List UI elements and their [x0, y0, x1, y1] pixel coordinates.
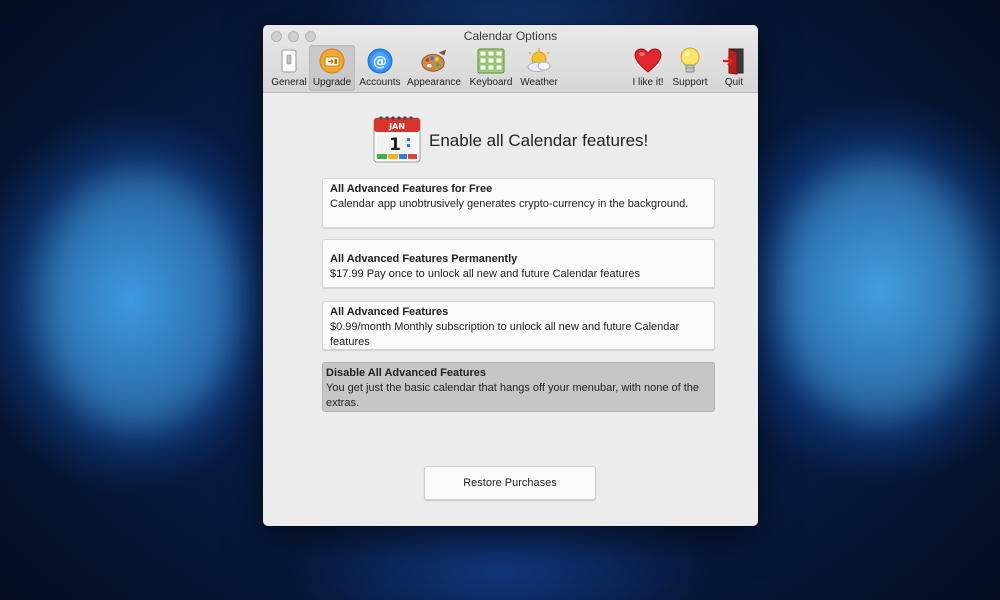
option-free-crypto[interactable]: All Advanced Features for Free Calendar … — [322, 178, 715, 228]
toolbar-keyboard[interactable]: Keyboard — [467, 45, 515, 91]
calendar-app-icon: JAN 1 — [373, 113, 421, 168]
lightbulb-icon — [676, 47, 704, 75]
toolbar-appearance[interactable]: Appearance — [406, 45, 462, 91]
upgrade-header: JAN 1 Enable all Calendar features! — [373, 113, 648, 168]
toolbar-quit[interactable]: Quit — [717, 45, 751, 91]
wallpaper-cloud-right — [780, 160, 980, 420]
option-description: $17.99 Pay once to unlock all new and fu… — [330, 268, 641, 280]
option-title: All Advanced Features — [330, 306, 449, 318]
upgrade-title: Enable all Calendar features! — [429, 130, 649, 150]
toolbar-accounts-label: Accounts — [359, 77, 401, 88]
switch-icon — [275, 47, 303, 75]
heart-icon — [634, 47, 662, 75]
option-subscription[interactable]: All Advanced Features $0.99/month Monthl… — [322, 301, 715, 350]
calendar-options-window: Calendar Options General Upgrade @ Accou… — [263, 25, 758, 526]
option-title: Disable All Advanced Features — [326, 367, 486, 379]
svg-text:@: @ — [373, 54, 387, 70]
option-description: Calendar app unobtrusively generates cry… — [330, 198, 689, 210]
keyboard-icon — [477, 47, 505, 75]
option-title: All Advanced Features for Free — [330, 183, 493, 195]
toolbar: General Upgrade @ Accounts Appearance Ke… — [263, 45, 758, 91]
option-disable[interactable]: Disable All Advanced Features You get ju… — [322, 362, 715, 412]
option-title: All Advanced Features Permanently — [330, 253, 518, 265]
titlebar: Calendar Options General Upgrade @ Accou… — [263, 25, 758, 93]
toolbar-upgrade-label: Upgrade — [312, 77, 352, 88]
at-sign-icon: @ — [366, 47, 394, 75]
palette-icon — [420, 47, 448, 75]
upgrade-icon — [318, 47, 346, 75]
wallpaper-cloud-left — [40, 170, 240, 430]
exit-door-icon — [720, 47, 748, 75]
toolbar-general[interactable]: General — [269, 45, 309, 91]
toolbar-support-label: Support — [672, 77, 708, 88]
calendar-day-text: 1 — [389, 135, 401, 155]
toolbar-support[interactable]: Support — [669, 45, 711, 91]
window-title: Calendar Options — [463, 29, 558, 43]
toolbar-appearance-label: Appearance — [407, 77, 461, 88]
toolbar-i-like-it[interactable]: I like it! — [629, 45, 667, 91]
toolbar-quit-label: Quit — [724, 77, 744, 88]
toolbar-general-label: General — [271, 77, 307, 88]
sun-cloud-icon — [525, 47, 553, 75]
toolbar-weather[interactable]: Weather — [517, 45, 561, 91]
restore-purchases-button[interactable]: Restore Purchases — [424, 466, 596, 500]
option-description: You get just the basic calendar that han… — [326, 382, 700, 409]
toolbar-accounts[interactable]: @ Accounts — [357, 45, 403, 91]
calendar-month-text: JAN — [388, 122, 405, 131]
toolbar-upgrade[interactable]: Upgrade — [309, 45, 355, 91]
toolbar-i-like-it-label: I like it! — [632, 77, 664, 88]
option-description: $0.99/month Monthly subscription to unlo… — [330, 321, 680, 348]
option-permanent[interactable]: All Advanced Features Permanently $17.99… — [322, 239, 715, 288]
toolbar-keyboard-label: Keyboard — [469, 77, 513, 88]
toolbar-weather-label: Weather — [520, 77, 558, 88]
